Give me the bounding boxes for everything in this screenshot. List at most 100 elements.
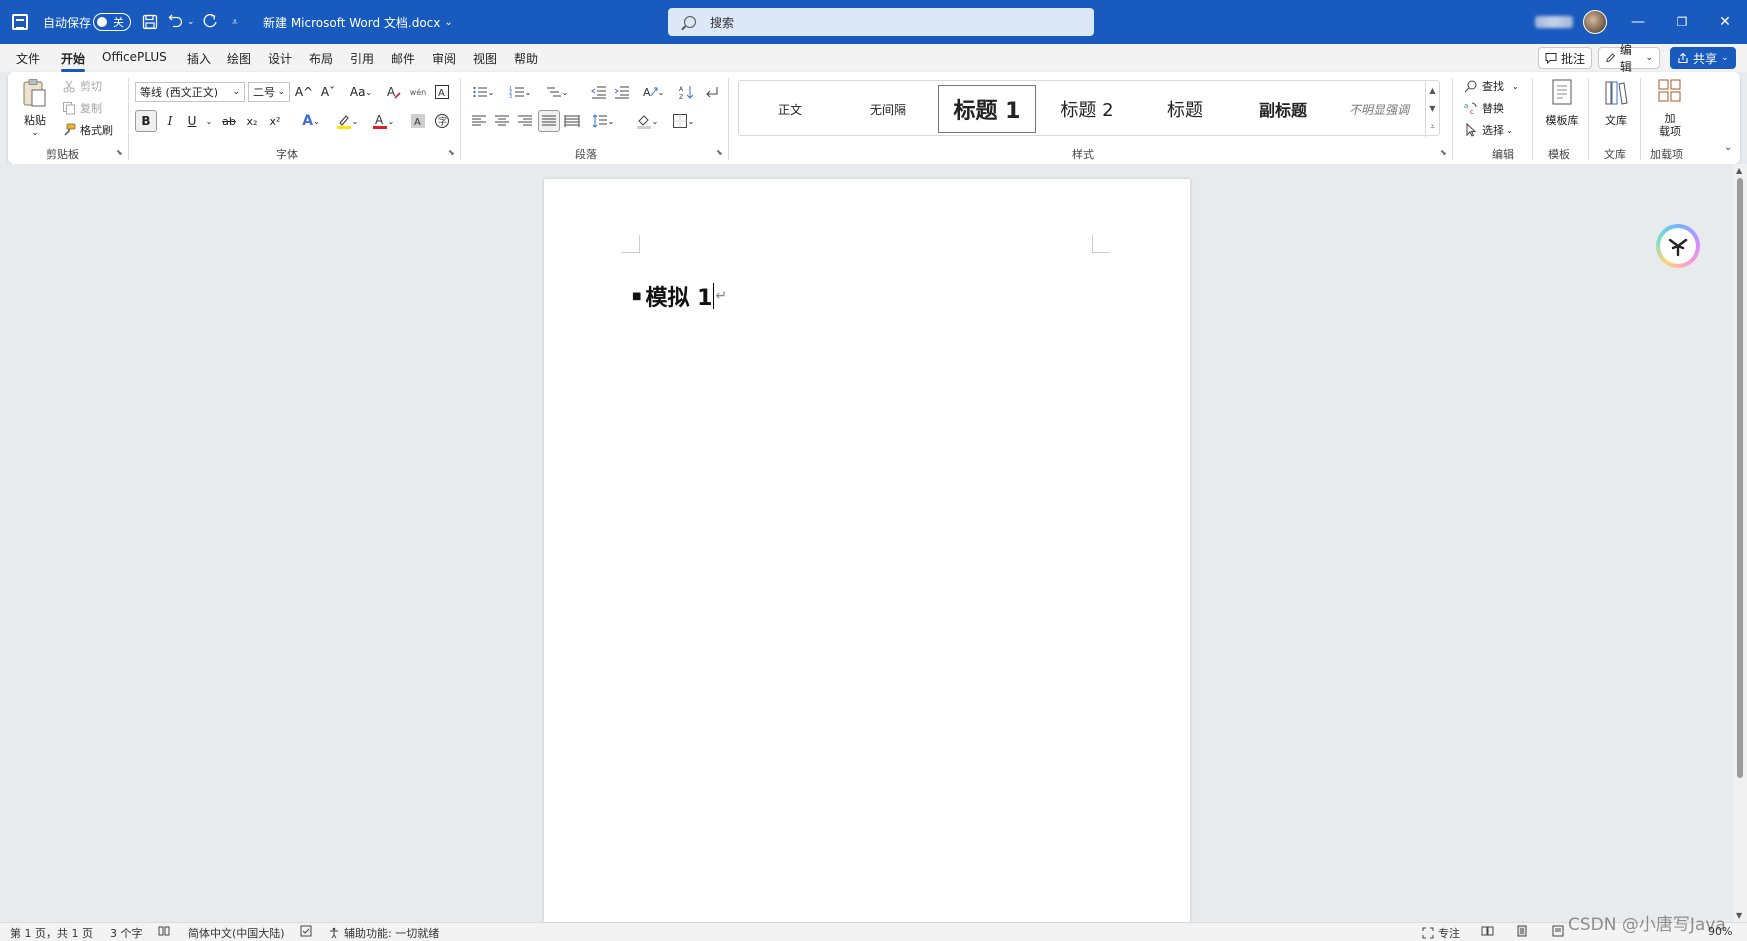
distributed-align-icon[interactable] — [561, 110, 583, 132]
search-input[interactable]: 搜索 — [668, 8, 1094, 36]
tab-mailings[interactable]: 邮件 — [391, 50, 415, 67]
account-name[interactable] — [1535, 0, 1573, 44]
style-subtitle[interactable]: 副标题 — [1235, 85, 1331, 133]
borders-button[interactable]: ⌄ — [668, 110, 698, 132]
comments-button[interactable]: 批注 — [1538, 47, 1592, 69]
sort-icon[interactable]: AZ — [676, 81, 698, 103]
font-name-select[interactable]: 等线 (西文正文) ⌄ — [135, 82, 245, 102]
grow-font-button[interactable]: A^ — [293, 81, 315, 103]
paste-button[interactable]: 粘贴 ⌄ — [22, 78, 48, 138]
share-button[interactable]: 共享 ⌄ — [1670, 47, 1736, 69]
style-heading-1[interactable]: 标题 1 — [938, 85, 1036, 133]
multilevel-list-button[interactable]: ⌄ — [542, 81, 572, 103]
show-formatting-marks-icon[interactable] — [700, 81, 722, 103]
phonetic-guide-icon[interactable]: wén — [407, 81, 429, 103]
minimize-button[interactable]: — — [1616, 0, 1660, 44]
shading-button[interactable]: ⌄ — [632, 110, 662, 132]
page-count[interactable]: 第 1 页，共 1 页 — [10, 925, 93, 941]
tab-layout[interactable]: 布局 — [309, 50, 333, 67]
text-effects-button[interactable]: A ⌄ — [296, 110, 326, 132]
heading-1-paragraph[interactable]: ■ 模拟 1 ↵ — [632, 280, 727, 312]
style-subtle-emphasis[interactable]: 不明显强调 — [1333, 85, 1425, 133]
replace-button[interactable]: ac 替换 — [1464, 100, 1504, 116]
tab-references[interactable]: 引用 — [350, 50, 374, 67]
chevron-up-icon[interactable]: ▲ — [1429, 86, 1435, 95]
chevron-down-icon[interactable]: ⌄ — [198, 110, 220, 132]
undo-dropdown-icon[interactable]: ⌄ — [187, 0, 195, 44]
tab-help[interactable]: 帮助 — [514, 50, 538, 67]
justify-icon[interactable] — [538, 110, 560, 132]
web-layout-icon[interactable] — [1552, 925, 1564, 937]
tab-file[interactable]: 文件 — [16, 50, 40, 67]
increase-indent-icon[interactable] — [611, 81, 633, 103]
autosave-toggle[interactable]: 关 — [93, 0, 131, 44]
addins-button[interactable]: 加 载项 — [1650, 78, 1690, 138]
bold-button[interactable]: B — [135, 110, 157, 132]
tab-design[interactable]: 设计 — [268, 50, 292, 67]
bullets-button[interactable]: ⌄ — [468, 81, 498, 103]
tab-home[interactable]: 开始 — [61, 50, 86, 72]
dialog-launcher-icon[interactable]: ⬊ — [116, 148, 123, 157]
document-title[interactable]: 新建 Microsoft Word 文档.docx ⌄ — [263, 0, 453, 44]
restore-button[interactable]: ❐ — [1660, 0, 1704, 44]
dialog-launcher-icon[interactable]: ⬊ — [448, 148, 455, 157]
word-count[interactable]: 3 个字 — [110, 925, 143, 941]
cut-button[interactable]: 剪切 — [62, 78, 102, 94]
print-layout-icon[interactable] — [1516, 925, 1528, 937]
undo-icon[interactable] — [168, 0, 184, 44]
scroll-up-icon[interactable]: ▲ — [1736, 166, 1742, 175]
avatar[interactable] — [1583, 0, 1607, 44]
find-button[interactable]: 查找 ⌄ — [1464, 78, 1519, 94]
strikethrough-button[interactable]: ab — [218, 110, 240, 132]
clear-formatting-icon[interactable]: A — [383, 81, 405, 103]
text-predictions-icon[interactable] — [300, 925, 312, 937]
language[interactable]: 简体中文(中国大陆) — [188, 925, 285, 941]
font-size-select[interactable]: 二号 ⌄ — [248, 82, 290, 102]
style-no-spacing[interactable]: 无间隔 — [843, 85, 933, 133]
italic-button[interactable]: I — [159, 110, 181, 132]
change-case-button[interactable]: Aa ⌄ — [346, 81, 376, 103]
document-page[interactable]: ■ 模拟 1 ↵ — [544, 179, 1190, 922]
chinese-layout-button[interactable]: A ⌄ — [638, 81, 668, 103]
character-shading-icon[interactable]: A — [407, 110, 429, 132]
vertical-scrollbar[interactable]: ▲ ▼ — [1733, 164, 1747, 922]
customize-qat-icon[interactable]: ⩡ — [232, 0, 238, 44]
select-button[interactable]: 选择 ⌄ — [1464, 122, 1513, 138]
align-left-icon[interactable] — [468, 110, 490, 132]
tab-review[interactable]: 审阅 — [432, 50, 456, 67]
style-normal[interactable]: 正文 — [745, 85, 835, 133]
read-mode-icon[interactable] — [1481, 925, 1494, 937]
subscript-button[interactable]: x₂ — [241, 110, 263, 132]
save-icon[interactable] — [142, 0, 158, 44]
template-library-button[interactable]: 模板库 — [1542, 78, 1582, 128]
line-spacing-button[interactable]: ⌄ — [588, 110, 618, 132]
focus-mode-button[interactable]: 专注 — [1422, 925, 1460, 941]
tab-officeplus[interactable]: OfficePLUS — [102, 50, 167, 64]
editing-mode-button[interactable]: 编辑 ⌄ — [1598, 43, 1660, 74]
align-center-icon[interactable] — [491, 110, 513, 132]
accessibility-status[interactable]: 辅助功能: 一切就绪 — [328, 925, 439, 941]
font-color-button[interactable]: A ⌄ — [368, 110, 398, 132]
tab-draw[interactable]: 绘图 — [227, 50, 251, 67]
collapse-ribbon-icon[interactable]: ⌄ — [1724, 142, 1732, 153]
align-right-icon[interactable] — [514, 110, 536, 132]
superscript-button[interactable]: x² — [264, 110, 286, 132]
scrollbar-thumb[interactable] — [1737, 178, 1743, 778]
enclose-characters-icon[interactable]: 字 — [431, 110, 453, 132]
more-styles-icon[interactable]: ⩡ — [1430, 122, 1435, 132]
decrease-indent-icon[interactable] — [588, 81, 610, 103]
format-painter-button[interactable]: 格式刷 — [62, 122, 113, 138]
redo-icon[interactable] — [202, 0, 218, 44]
dialog-launcher-icon[interactable]: ⬊ — [1440, 148, 1447, 157]
proofing-icon[interactable] — [158, 925, 170, 937]
chevron-down-icon[interactable]: ▼ — [1429, 104, 1435, 113]
library-button[interactable]: 文库 — [1598, 78, 1634, 128]
copilot-icon[interactable] — [1656, 224, 1700, 268]
copy-button[interactable]: 复制 — [62, 100, 102, 116]
character-border-icon[interactable]: A — [431, 81, 453, 103]
highlight-button[interactable]: ⌄ — [332, 110, 362, 132]
tab-view[interactable]: 视图 — [473, 50, 497, 67]
style-title[interactable]: 标题 — [1137, 85, 1233, 133]
shrink-font-button[interactable]: Aˇ — [317, 81, 339, 103]
numbering-button[interactable]: 1 2 3 ⌄ — [505, 81, 535, 103]
